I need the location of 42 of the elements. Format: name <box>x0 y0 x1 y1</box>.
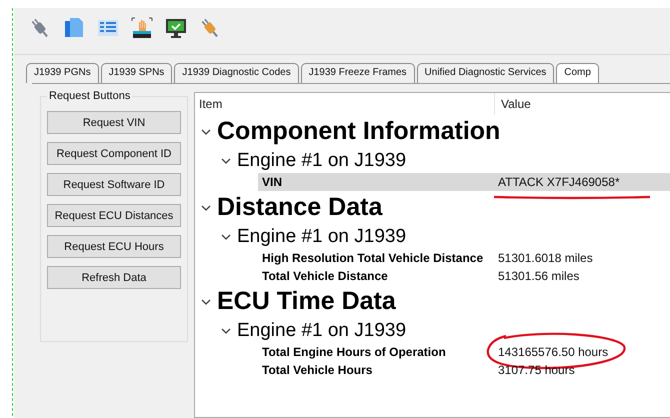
tree-row[interactable]: High Resolution Total Vehicle Distance 51301.6018 miles <box>258 249 670 267</box>
request-button[interactable]: Request ECU Hours <box>47 235 181 258</box>
group-heading: Engine #1 on J1939 <box>237 150 406 172</box>
group-title: Request Buttons <box>47 90 132 102</box>
group-heading: Engine #1 on J1939 <box>237 320 406 342</box>
tab[interactable]: Comp <box>556 63 599 83</box>
section-heading: ECU Time Data <box>217 287 396 316</box>
request-button[interactable]: Request Software ID <box>47 173 181 196</box>
item-label: Total Engine Hours of Operation <box>261 345 447 359</box>
expand-chevron-icon[interactable] <box>221 326 231 334</box>
item-label: High Resolution Total Vehicle Distance <box>261 251 484 265</box>
item-value: 51301.6018 miles <box>498 251 593 265</box>
expand-chevron-icon[interactable] <box>221 156 231 164</box>
expand-chevron-icon[interactable] <box>201 128 211 136</box>
section-heading: Distance Data <box>217 193 382 222</box>
group-heading: Engine #1 on J1939 <box>237 226 406 248</box>
tree-row[interactable]: Total Vehicle Distance 51301.56 miles <box>258 267 670 285</box>
section-heading: Component Information <box>217 117 500 146</box>
monitor-check-icon[interactable] <box>164 16 188 40</box>
request-button[interactable]: Refresh Data <box>47 266 181 289</box>
column-header[interactable]: Value <box>495 97 531 111</box>
item-label: VIN <box>261 175 284 189</box>
expand-chevron-icon[interactable] <box>221 232 231 240</box>
request-button[interactable]: Request ECU Distances <box>47 204 181 227</box>
request-button[interactable]: Request VIN <box>47 111 181 134</box>
tab[interactable]: J1939 Diagnostic Codes <box>174 63 299 83</box>
documents-icon[interactable] <box>62 16 86 40</box>
hand-scanner-icon[interactable] <box>130 16 154 40</box>
item-label: Total Vehicle Distance <box>261 269 389 283</box>
item-label: Total Vehicle Hours <box>261 363 374 377</box>
expand-chevron-icon[interactable] <box>201 204 211 212</box>
item-value: 143165576.50 hours <box>498 345 608 359</box>
tab[interactable]: J1939 PGNs <box>26 63 99 83</box>
request-button[interactable]: Request Component ID <box>47 142 181 165</box>
column-header[interactable]: Item <box>195 93 495 115</box>
tab[interactable]: Unified Diagnostic Services <box>416 63 554 83</box>
tree-row[interactable]: Total Engine Hours of Operation 143165576.50 hours <box>258 343 670 361</box>
tab[interactable]: J1939 SPNs <box>100 63 172 83</box>
expand-chevron-icon[interactable] <box>201 298 211 306</box>
item-value: 51301.56 miles <box>498 269 580 283</box>
item-value: ATTACK X7FJ469058* <box>498 175 620 189</box>
tab[interactable]: J1939 Freeze Frames <box>300 63 415 83</box>
